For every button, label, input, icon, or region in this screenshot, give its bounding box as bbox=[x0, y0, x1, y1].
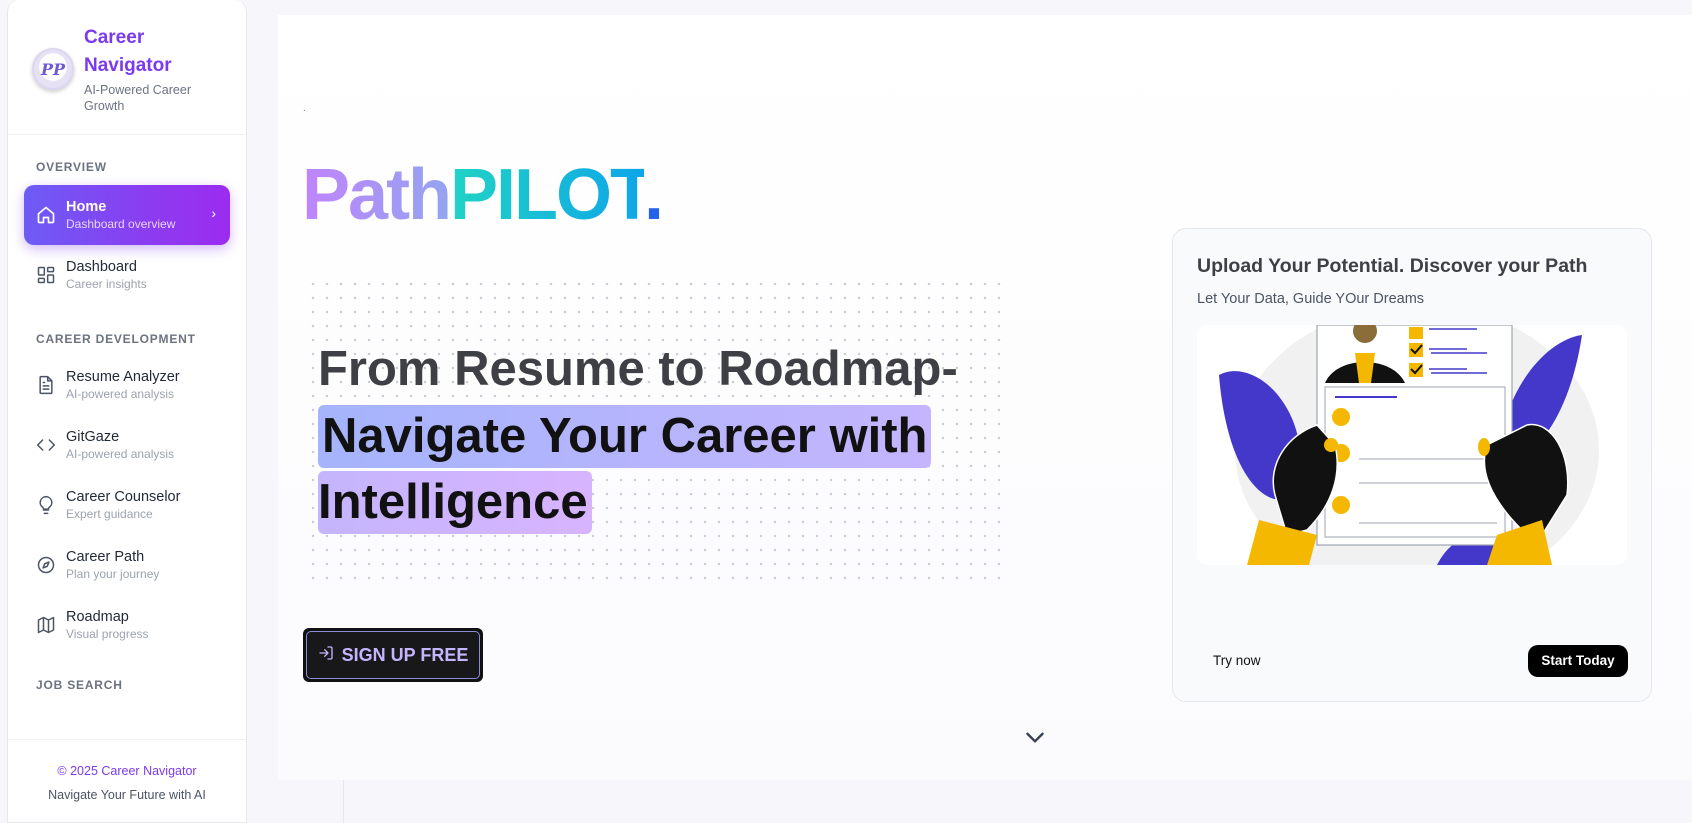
sidebar-item-sublabel: Visual progress bbox=[66, 627, 149, 641]
footer-tagline: Navigate Your Future with AI bbox=[48, 788, 206, 802]
sidebar-item-label: Home bbox=[66, 199, 107, 215]
sidebar: PP Career Navigator AI-Powered Career Gr… bbox=[7, 0, 247, 823]
sidebar-item-sublabel: AI-powered analysis bbox=[66, 447, 175, 461]
signup-label: SIGN UP FREE bbox=[341, 644, 469, 665]
chevron-right-icon: › bbox=[211, 205, 216, 221]
section-overview: OVERVIEW bbox=[36, 160, 107, 174]
grid-icon bbox=[36, 265, 56, 285]
sidebar-item-label: Resume Analyzer bbox=[66, 369, 180, 385]
logo-part-path: Path bbox=[302, 155, 452, 235]
sidebar-item-label: Career Counselor bbox=[66, 489, 181, 505]
sidebar-item-career-counselor[interactable]: Career Counselor Expert guidance bbox=[24, 475, 230, 535]
sidebar-item-dashboard[interactable]: Dashboard Career insights bbox=[24, 245, 230, 305]
try-now-link[interactable]: Try now bbox=[1213, 653, 1261, 668]
card-subtitle: Let Your Data, Guide YOur Dreams bbox=[1197, 291, 1425, 307]
brand-logo: PP bbox=[32, 48, 74, 90]
home-icon bbox=[36, 205, 56, 225]
sidebar-item-label: Dashboard bbox=[66, 259, 137, 275]
lightbulb-icon bbox=[36, 495, 56, 515]
map-icon bbox=[36, 615, 56, 635]
compass-icon bbox=[36, 555, 56, 575]
resume-illustration bbox=[1197, 325, 1627, 565]
section-career-development: CAREER DEVELOPMENT bbox=[36, 332, 196, 346]
code-icon bbox=[36, 435, 56, 455]
pathpilot-logo: PathPILOT. bbox=[302, 150, 664, 240]
sidebar-item-sublabel: Dashboard overview bbox=[66, 217, 176, 231]
sidebar-item-home[interactable]: Home Dashboard overview › bbox=[24, 185, 230, 245]
sidebar-brand[interactable]: PP Career Navigator AI-Powered Career Gr… bbox=[8, 0, 246, 135]
sidebar-item-sublabel: AI-powered analysis bbox=[66, 387, 175, 401]
login-icon bbox=[318, 645, 334, 665]
hero-line-1: From Resume to Roadmap- bbox=[318, 342, 958, 396]
brand-subtitle: AI-Powered Career Growth bbox=[84, 83, 191, 113]
section-job-search: JOB SEARCH bbox=[36, 678, 123, 692]
scroll-down-chevron-icon[interactable] bbox=[1022, 724, 1048, 750]
stray-dot: . bbox=[303, 103, 306, 114]
card-title: Upload Your Potential. Discover your Pat… bbox=[1197, 255, 1588, 277]
footer-copyright: © 2025 Career Navigator bbox=[57, 764, 197, 778]
sidebar-item-sublabel: Plan your journey bbox=[66, 567, 160, 581]
sidebar-footer: © 2025 Career Navigator Navigate Your Fu… bbox=[8, 739, 246, 822]
sidebar-item-sublabel: Career insights bbox=[66, 277, 147, 291]
document-icon bbox=[36, 375, 56, 395]
upload-card: Upload Your Potential. Discover your Pat… bbox=[1172, 228, 1652, 702]
divider bbox=[343, 780, 344, 823]
sidebar-item-label: Career Path bbox=[66, 549, 145, 565]
sidebar-item-career-path[interactable]: Career Path Plan your journey bbox=[24, 535, 230, 595]
logo-part-pilot: PILOT bbox=[450, 155, 646, 235]
logo-dot: . bbox=[644, 155, 664, 235]
start-today-button[interactable]: Start Today bbox=[1528, 645, 1628, 677]
sidebar-item-gitgaze[interactable]: GitGaze AI-powered analysis bbox=[24, 415, 230, 475]
sidebar-item-sublabel: Expert guidance bbox=[66, 507, 153, 521]
brand-title: Career Navigator bbox=[84, 27, 172, 76]
signup-button[interactable]: SIGN UP FREE bbox=[303, 628, 483, 682]
sidebar-item-roadmap[interactable]: Roadmap Visual progress bbox=[24, 595, 230, 655]
sidebar-item-label: GitGaze bbox=[66, 429, 120, 445]
hero-line-3: Intelligence bbox=[318, 471, 592, 534]
sidebar-item-label: Roadmap bbox=[66, 609, 129, 625]
hero-line-2: Navigate Your Career with bbox=[318, 405, 932, 468]
sidebar-item-resume-analyzer[interactable]: Resume Analyzer AI-powered analysis bbox=[24, 355, 230, 415]
